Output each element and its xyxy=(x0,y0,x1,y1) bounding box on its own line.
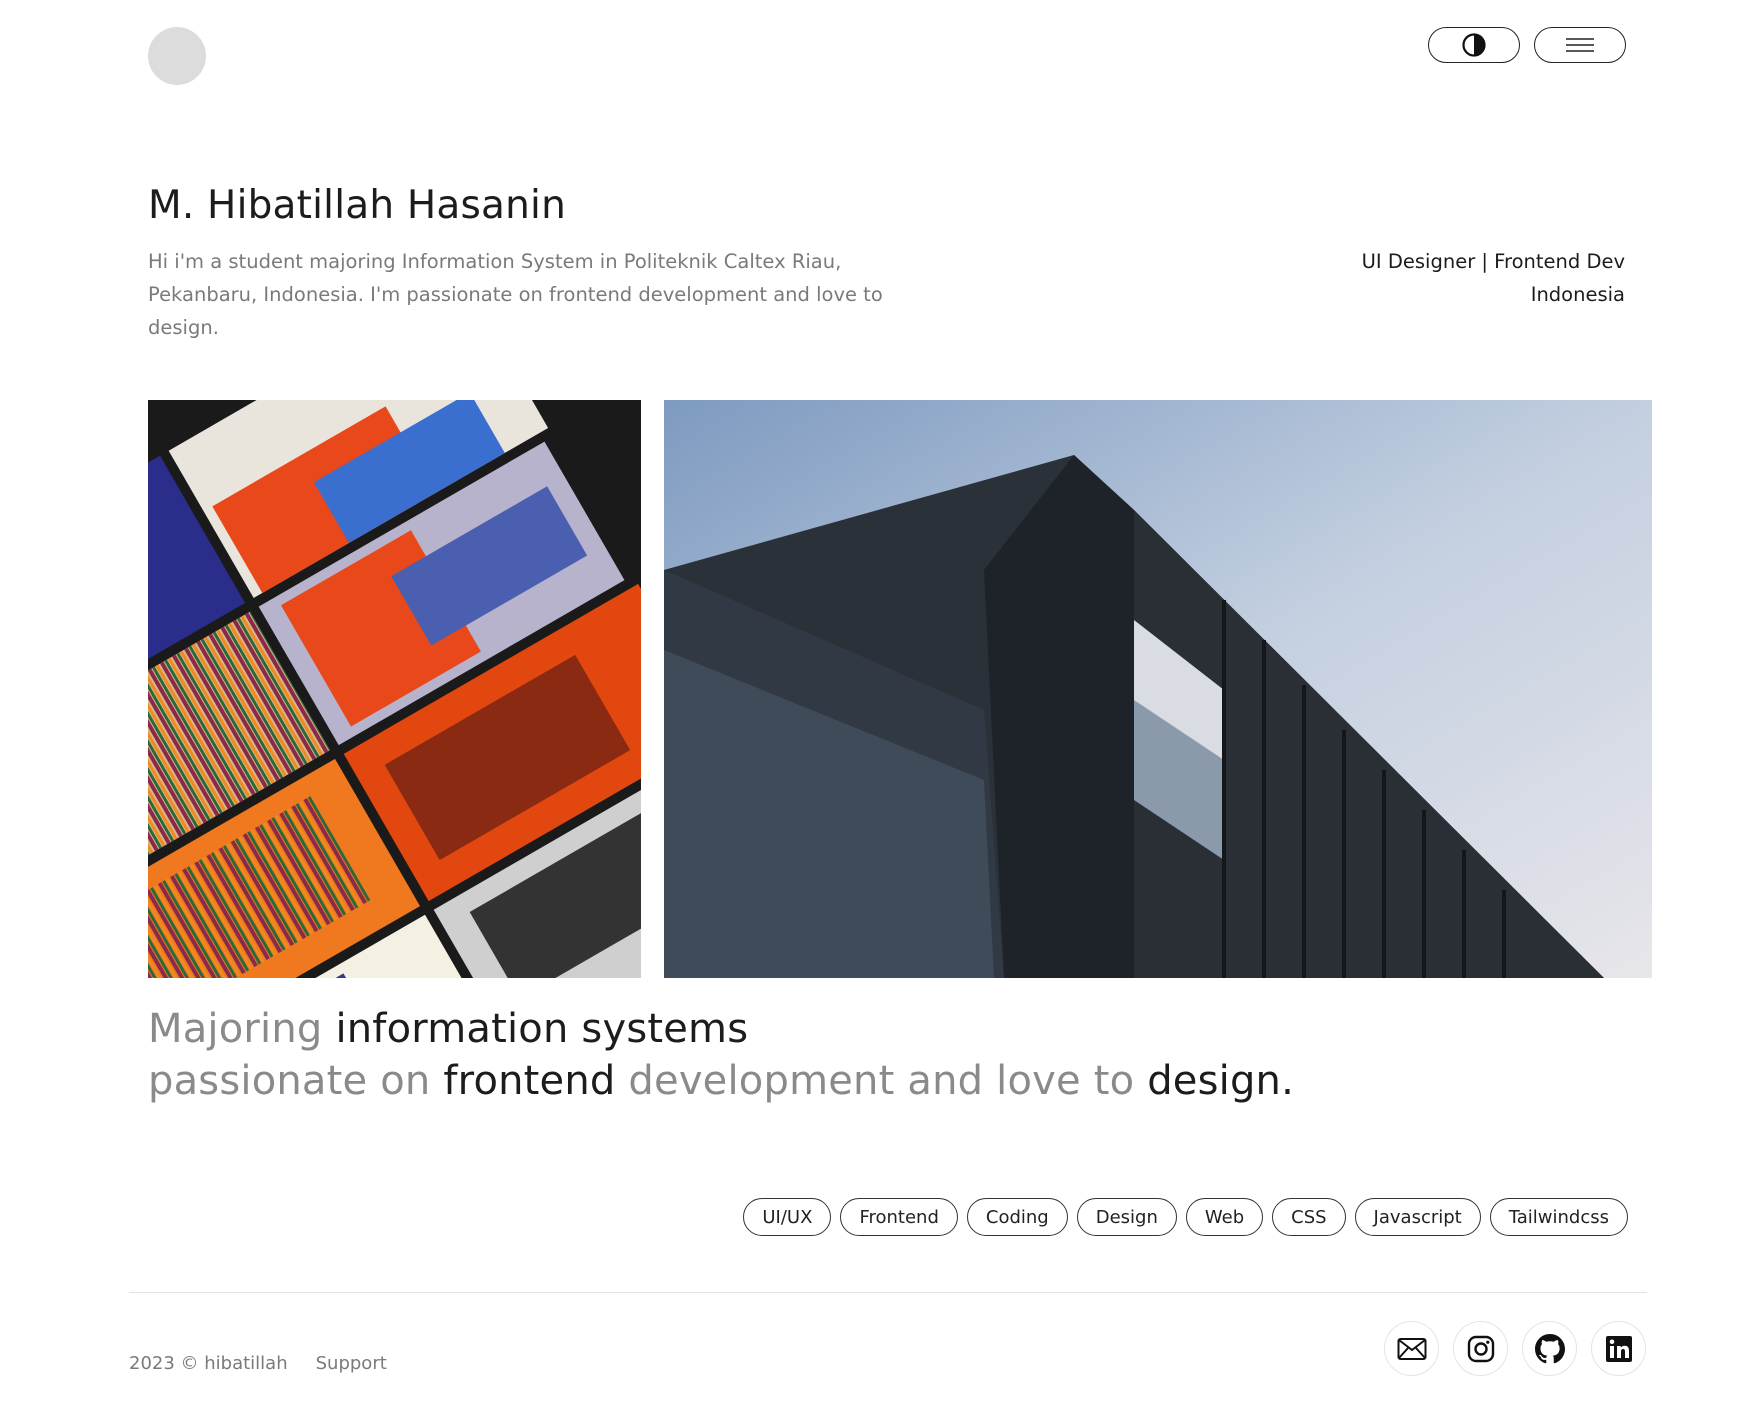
instagram-button[interactable] xyxy=(1453,1321,1508,1376)
tag-frontend[interactable]: Frontend xyxy=(840,1198,958,1236)
tagline-text: development and love to xyxy=(615,1058,1148,1104)
tagline-highlight: design. xyxy=(1147,1058,1295,1104)
role-info: UI Designer | Frontend Dev Indonesia xyxy=(1362,245,1625,311)
location-text: Indonesia xyxy=(1530,283,1625,306)
github-icon xyxy=(1534,1333,1565,1363)
tag-design[interactable]: Design xyxy=(1076,1198,1177,1236)
mail-icon xyxy=(1397,1337,1426,1360)
hamburger-menu-icon xyxy=(1566,38,1594,52)
support-link[interactable]: Support xyxy=(316,1353,387,1374)
instagram-icon xyxy=(1467,1335,1494,1362)
copyright-text: 2023 © hibatillah xyxy=(129,1353,288,1374)
footer-divider xyxy=(129,1292,1647,1293)
tag-coding[interactable]: Coding xyxy=(966,1198,1068,1236)
menu-button[interactable] xyxy=(1534,27,1626,63)
tag-web[interactable]: Web xyxy=(1185,1198,1264,1236)
page-title: M. Hibatillah Hasanin xyxy=(148,183,566,228)
abstract-paintings-photo xyxy=(148,400,641,978)
social-links xyxy=(1384,1321,1646,1376)
skill-tags: UI/UX Frontend Coding Design Web CSS Jav… xyxy=(743,1198,1628,1236)
tag-css[interactable]: CSS xyxy=(1272,1198,1346,1236)
tag-uiux[interactable]: UI/UX xyxy=(743,1198,832,1236)
avatar[interactable] xyxy=(148,27,206,85)
contrast-icon xyxy=(1462,33,1486,57)
building-facade-photo xyxy=(664,400,1652,978)
tagline-text: Majoring xyxy=(148,1006,336,1052)
github-button[interactable] xyxy=(1522,1321,1577,1376)
tagline-line-2: passionate on frontend development and l… xyxy=(148,1055,1294,1107)
linkedin-icon xyxy=(1605,1335,1632,1362)
tagline-highlight: information systems xyxy=(335,1006,749,1052)
tagline-highlight: frontend xyxy=(443,1058,616,1104)
theme-toggle-button[interactable] xyxy=(1428,27,1520,63)
linkedin-button[interactable] xyxy=(1591,1321,1646,1376)
role-text: UI Designer | Frontend Dev xyxy=(1361,250,1625,273)
email-button[interactable] xyxy=(1384,1321,1439,1376)
tagline: Majoring information systems passionate … xyxy=(148,1003,1294,1107)
bio-text: Hi i'm a student majoring Information Sy… xyxy=(148,250,883,339)
tagline-text: passionate on xyxy=(148,1058,444,1104)
footer-info: 2023 © hibatillah Support xyxy=(129,1353,387,1374)
tag-tailwindcss[interactable]: Tailwindcss xyxy=(1489,1198,1628,1236)
tag-javascript[interactable]: Javascript xyxy=(1354,1198,1481,1236)
tagline-line-1: Majoring information systems xyxy=(148,1003,1294,1055)
